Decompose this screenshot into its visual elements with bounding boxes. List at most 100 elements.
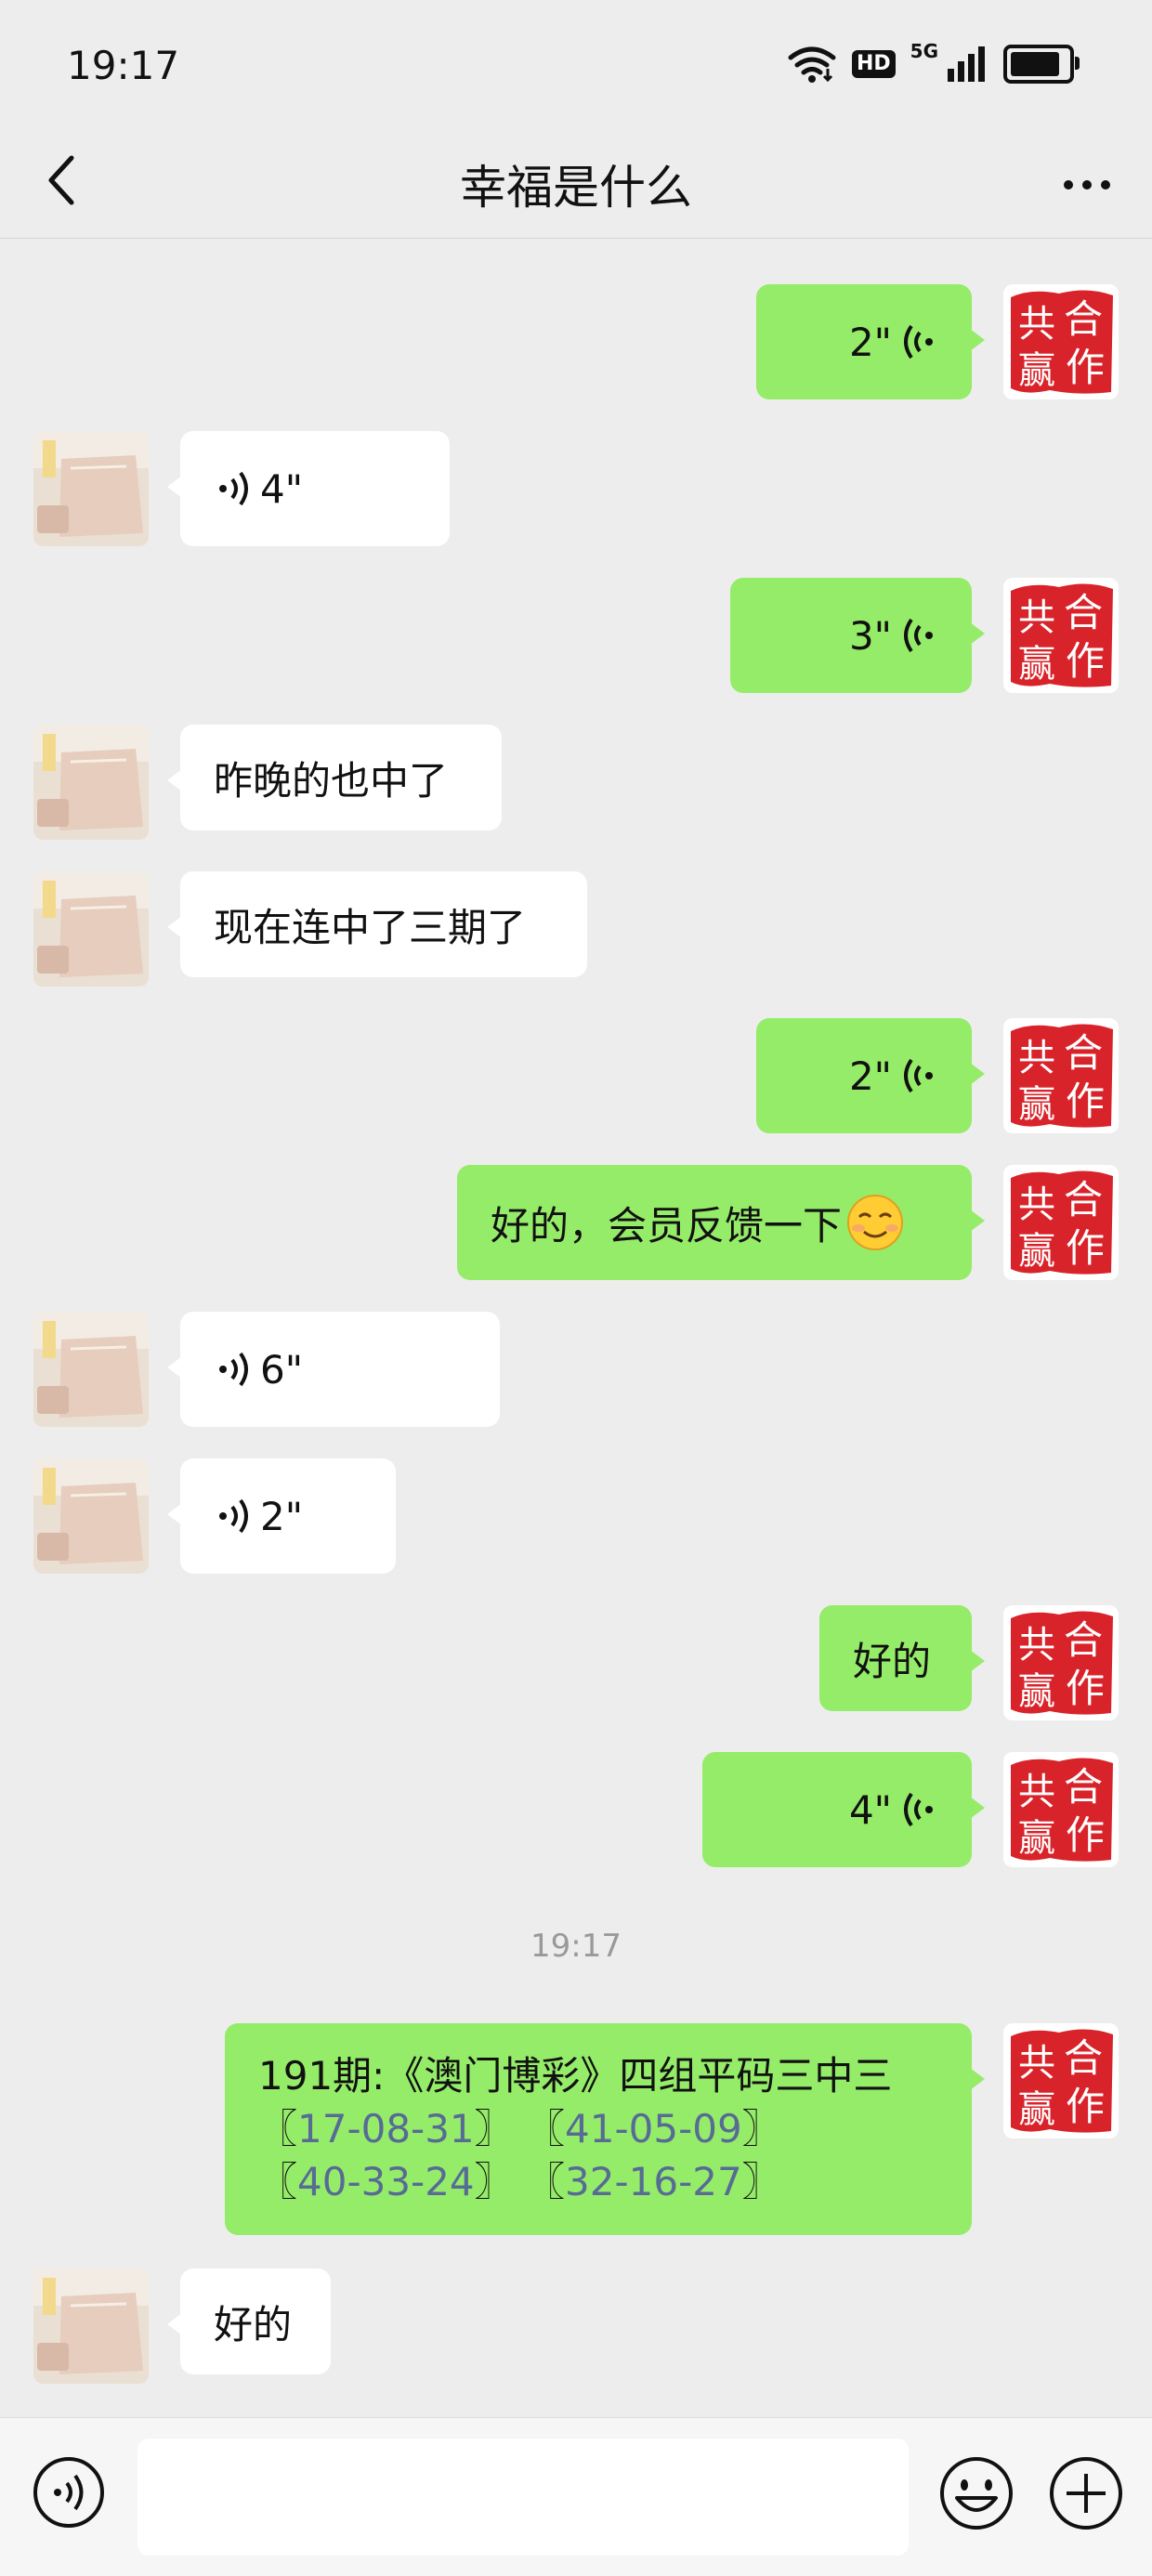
svg-text:赢: 赢 xyxy=(1018,1817,1055,1860)
svg-text:作: 作 xyxy=(1066,1225,1105,1271)
svg-text:作: 作 xyxy=(1066,1079,1105,1124)
number-group-link[interactable]: 41-05-09 xyxy=(565,2106,742,2151)
avatar-contact[interactable] xyxy=(33,431,149,546)
voice-wave-icon xyxy=(904,1792,933,1827)
message-row: 昨晚的也中了 xyxy=(0,725,1152,840)
voice-message-bubble[interactable]: 4" xyxy=(702,1752,985,1867)
svg-text:赢: 赢 xyxy=(1018,643,1055,686)
avatar-self[interactable]: 合作共赢 xyxy=(1003,1018,1119,1133)
message-row: 好的 合作共赢 xyxy=(0,1605,1152,1720)
avatar-contact[interactable] xyxy=(33,1312,149,1427)
message-timestamp: 19:17 xyxy=(530,1928,622,1965)
message-text-line: 191期:《澳门博彩》四组平码三中三 xyxy=(258,2053,893,2099)
message-row: 好的 xyxy=(0,2269,1152,2384)
message-text: 好的，会员反馈一下 xyxy=(491,1202,843,1249)
avatar-self[interactable]: 合作共赢 xyxy=(1003,1752,1119,1867)
svg-text:合: 合 xyxy=(1064,1030,1103,1076)
voice-wave-icon xyxy=(904,324,933,360)
text-message-bubble[interactable]: 好的 xyxy=(167,2269,331,2374)
smiling-face-emoji-icon xyxy=(847,1195,904,1250)
message-row: 4" 合作共赢 xyxy=(0,1752,1152,1867)
seal-logo-icon: 合作共赢 xyxy=(1003,578,1119,693)
text-message-bubble[interactable]: 现在连中了三期了 xyxy=(167,871,587,977)
svg-text:合: 合 xyxy=(1064,1617,1103,1663)
svg-text:赢: 赢 xyxy=(1018,1670,1055,1713)
message-text: 好的 xyxy=(214,2301,293,2347)
emoji-button[interactable] xyxy=(938,2455,1015,2531)
avatar-contact[interactable] xyxy=(33,1458,149,1574)
avatar-contact[interactable] xyxy=(33,871,149,987)
avatar-self[interactable]: 合作共赢 xyxy=(1003,1165,1119,1280)
bracket-close: 〗 xyxy=(474,2159,514,2204)
text-message-bubble[interactable]: 昨晚的也中了 xyxy=(167,725,502,830)
text-message-bubble[interactable]: 好的 xyxy=(819,1605,985,1711)
text-message-bubble[interactable]: 191期:《澳门博彩》四组平码三中三 〖17-08-31〗 〖41-05-09〗… xyxy=(225,2023,985,2235)
more-options-button[interactable] xyxy=(1050,152,1124,217)
network-5g-label: 5G xyxy=(910,40,938,62)
message-row: 2" xyxy=(0,1458,1152,1574)
avatar-self[interactable]: 合作共赢 xyxy=(1003,284,1119,399)
voice-input-button[interactable] xyxy=(32,2455,106,2530)
hd-icon: HD xyxy=(851,50,896,78)
voice-duration: 2" xyxy=(260,1493,304,1539)
voice-message-bubble[interactable]: 6" xyxy=(167,1312,500,1427)
message-row: 6" xyxy=(0,1312,1152,1427)
bracket-open: 〖 xyxy=(526,2159,566,2204)
status-bar: 19:17 HD 5G xyxy=(0,0,1152,130)
voice-duration: 3" xyxy=(848,612,892,659)
status-icons: HD 5G xyxy=(787,40,1080,84)
contact-photo-icon xyxy=(33,1312,149,1427)
contact-photo-icon xyxy=(33,1458,149,1574)
svg-text:共: 共 xyxy=(1018,1037,1055,1079)
contact-photo-icon xyxy=(33,725,149,840)
seal-logo-icon: 合作共赢 xyxy=(1003,284,1119,399)
seal-logo-icon: 合作共赢 xyxy=(1003,2023,1119,2138)
svg-text:合: 合 xyxy=(1064,1177,1103,1223)
svg-text:合: 合 xyxy=(1064,590,1103,635)
voice-message-bubble[interactable]: 2" xyxy=(167,1458,396,1574)
svg-text:赢: 赢 xyxy=(1018,1083,1055,1126)
battery-icon xyxy=(1003,45,1080,84)
bracket-open: 〖 xyxy=(526,2106,566,2151)
voice-wave-icon xyxy=(219,471,248,506)
number-group-link[interactable]: 17-08-31 xyxy=(297,2106,475,2151)
status-time: 19:17 xyxy=(67,43,180,88)
voice-message-bubble[interactable]: 2" xyxy=(756,284,985,399)
number-group-link[interactable]: 40-33-24 xyxy=(297,2159,475,2204)
svg-text:共: 共 xyxy=(1018,2042,1055,2085)
voice-message-bubble[interactable]: 3" xyxy=(730,578,985,693)
more-dot-icon xyxy=(1101,180,1110,190)
avatar-contact[interactable] xyxy=(33,725,149,840)
message-row: 好的，会员反馈一下 合作共赢 xyxy=(0,1165,1152,1280)
bracket-open: 〖 xyxy=(258,2159,298,2204)
svg-text:作: 作 xyxy=(1066,1812,1105,1858)
voice-duration: 2" xyxy=(848,1053,892,1099)
plus-button[interactable] xyxy=(1048,2455,1124,2531)
seal-logo-icon: 合作共赢 xyxy=(1003,1605,1119,1720)
message-input[interactable] xyxy=(137,2439,909,2556)
message-row: 4" xyxy=(0,431,1152,546)
svg-text:赢: 赢 xyxy=(1018,2088,1055,2131)
avatar-contact[interactable] xyxy=(33,2269,149,2384)
voice-duration: 6" xyxy=(260,1346,304,1393)
number-group-line: 〖40-33-24〗 〖32-16-27〗 xyxy=(258,2155,938,2208)
voice-wave-icon xyxy=(219,1352,248,1387)
voice-duration: 2" xyxy=(848,319,892,365)
svg-text:作: 作 xyxy=(1066,345,1105,390)
more-dot-icon xyxy=(1064,180,1073,190)
avatar-self[interactable]: 合作共赢 xyxy=(1003,578,1119,693)
avatar-self[interactable]: 合作共赢 xyxy=(1003,2023,1119,2138)
voice-message-bubble[interactable]: 2" xyxy=(756,1018,985,1133)
text-message-bubble[interactable]: 好的，会员反馈一下 xyxy=(457,1165,985,1280)
message-row: 2" 合作共赢 xyxy=(0,1018,1152,1133)
number-group-line: 〖17-08-31〗 〖41-05-09〗 xyxy=(258,2102,938,2155)
seal-logo-icon: 合作共赢 xyxy=(1003,1018,1119,1133)
svg-text:作: 作 xyxy=(1066,1666,1105,1711)
contact-photo-icon xyxy=(33,871,149,987)
number-group-link[interactable]: 32-16-27 xyxy=(565,2159,742,2204)
voice-wave-icon xyxy=(904,618,933,653)
avatar-self[interactable]: 合作共赢 xyxy=(1003,1605,1119,1720)
svg-text:共: 共 xyxy=(1018,303,1055,346)
voice-message-bubble[interactable]: 4" xyxy=(167,431,450,546)
svg-text:合: 合 xyxy=(1064,1764,1103,1810)
